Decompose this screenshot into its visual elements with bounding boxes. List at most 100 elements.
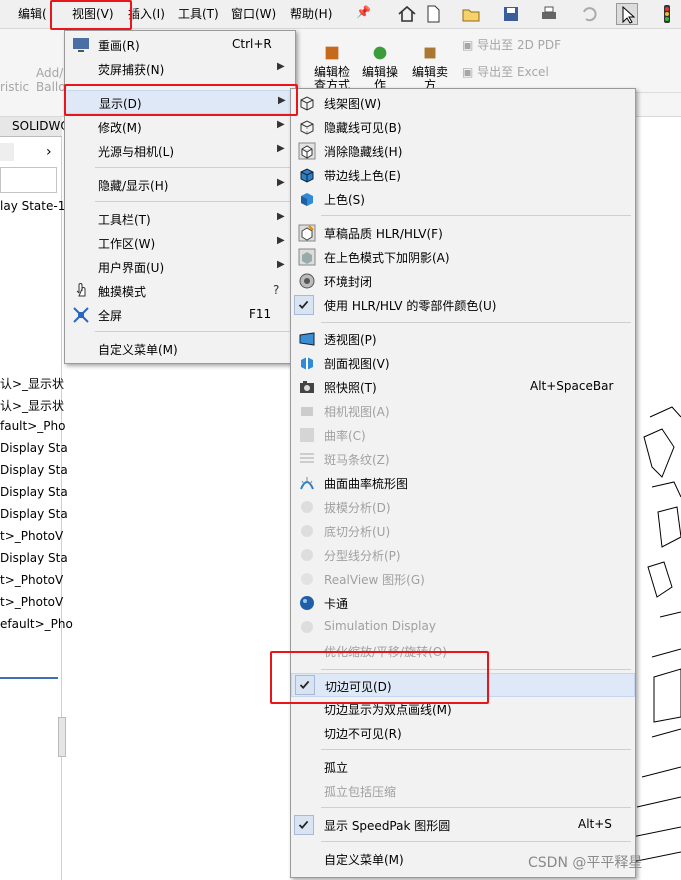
menu-item-wireframe[interactable]: 线架图(W) [291, 91, 635, 115]
edit-seller-button[interactable]: 编辑卖方 [408, 43, 452, 92]
menu-item-realview[interactable]: RealView 图形(G) [291, 567, 635, 591]
open-folder-icon[interactable] [460, 3, 482, 25]
menu-item-simulation-display[interactable]: Simulation Display [291, 615, 635, 639]
home-icon[interactable] [396, 3, 418, 25]
export-excel-icon: ▣ [462, 65, 474, 79]
select-cursor-icon[interactable] [616, 3, 638, 25]
zebra-icon [297, 449, 317, 469]
menu-item-tangent-edges-hidden[interactable]: 切边不可见(R) [291, 721, 635, 745]
menu-item-customize[interactable]: 自定义菜单(M) [65, 337, 295, 361]
menu-item-label: RealView 图形(G) [324, 573, 425, 587]
traffic-light-icon[interactable] [656, 3, 678, 25]
tab-solidworks[interactable]: SOLIDWO [0, 117, 70, 137]
menu-item-ambient-occlusion[interactable]: 环境封闭 [291, 269, 635, 293]
parting-line-icon [297, 545, 317, 565]
tree-item[interactable]: Display Sta [0, 441, 68, 455]
menu-item-workspace[interactable]: 工作区(W) ▶ [65, 231, 295, 255]
menu-item-label: 曲率(C) [324, 429, 366, 443]
menu-item-isolate-suppressed[interactable]: 孤立包括压缩 [291, 779, 635, 803]
menu-tools[interactable]: 工具(T) [178, 5, 219, 22]
chevron-right-icon[interactable]: › [46, 144, 52, 160]
menu-item-shaded-with-edges[interactable]: 带边线上色(E) [291, 163, 635, 187]
menu-item-perspective[interactable]: 透视图(P) [291, 327, 635, 351]
menu-edit[interactable]: 编辑( [18, 5, 47, 22]
tree-item[interactable]: Display Sta [0, 485, 68, 499]
tree-item[interactable]: lay State-1 [0, 199, 65, 213]
menu-item-label: 触摸模式 [98, 285, 147, 299]
tree-filter-icon[interactable] [0, 143, 14, 161]
menu-item-label: 用户界面(U) [98, 261, 165, 275]
menu-item-curvature-comb[interactable]: 曲面曲率梳形图 [291, 471, 635, 495]
menu-item-shadows[interactable]: 在上色模式下加阴影(A) [291, 245, 635, 269]
menu-item-zebra-stripes[interactable]: 斑马条纹(Z) [291, 447, 635, 471]
menu-item-label: 修改(M) [98, 121, 142, 135]
pin-icon[interactable]: 📌 [356, 5, 371, 19]
export-2d-pdf-button[interactable]: ▣ 导出至 2D PDF [462, 39, 561, 52]
menu-item-screen-capture[interactable]: 荧屏捕获(N) ▶ [65, 57, 295, 81]
menu-separator [95, 167, 291, 168]
menu-window[interactable]: 窗口(W) [231, 5, 276, 22]
submenu-arrow-icon: ▶ [277, 177, 285, 188]
menu-item-label: Simulation Display [324, 619, 436, 633]
menu-item-hidden-lines-visible[interactable]: 隐藏线可见(B) [291, 115, 635, 139]
ribbon-label: ristic [0, 80, 30, 94]
menu-item-curvature[interactable]: 曲率(C) [291, 423, 635, 447]
menu-item-user-interface[interactable]: 用户界面(U) ▶ [65, 255, 295, 279]
menu-item-draft-quality[interactable]: 草稿品质 HLR/HLV(F) [291, 221, 635, 245]
menu-item-draft-analysis[interactable]: 拔模分析(D) [291, 495, 635, 519]
menu-item-parting-line-analysis[interactable]: 分型线分析(P) [291, 543, 635, 567]
tree-item[interactable]: fault>_Pho [0, 419, 65, 433]
export-excel-button[interactable]: ▣ 导出至 Excel [462, 66, 549, 79]
menu-insert[interactable]: 插入(I) [128, 5, 165, 22]
tree-item[interactable]: Display Sta [0, 551, 68, 565]
menu-item-modify[interactable]: 修改(M) ▶ [65, 115, 295, 139]
new-document-icon[interactable] [422, 3, 444, 25]
menu-help[interactable]: 帮助(H) [290, 5, 332, 22]
tree-item[interactable]: Display Sta [0, 463, 68, 477]
menu-item-lights-cameras[interactable]: 光源与相机(L) ▶ [65, 139, 295, 163]
menu-item-label: 斑马条纹(Z) [324, 453, 390, 467]
print-icon[interactable] [538, 3, 560, 25]
menu-item-toolbars[interactable]: 工具栏(T) ▶ [65, 207, 295, 231]
simulation-icon [297, 617, 317, 637]
section-view-icon [297, 353, 317, 373]
tree-item[interactable]: Display Sta [0, 507, 68, 521]
menu-separator [321, 841, 631, 842]
menu-item-section-view[interactable]: 剖面视图(V) [291, 351, 635, 375]
menu-item-speedpak[interactable]: 显示 SpeedPak 图形圆 Alt+S [291, 813, 635, 837]
tree-search-input[interactable] [0, 167, 57, 193]
menu-accel: Alt+S [578, 817, 612, 831]
menu-separator [321, 807, 631, 808]
menu-item-isolate[interactable]: 孤立 [291, 755, 635, 779]
menu-item-label: 光源与相机(L) [98, 145, 175, 159]
menu-item-fullscreen[interactable]: 全屏 F11 [65, 303, 295, 327]
perspective-icon [297, 329, 317, 349]
save-icon[interactable] [500, 3, 522, 25]
menu-item-label: 隐藏线可见(B) [324, 121, 402, 135]
menu-item-undercut-analysis[interactable]: 底切分析(U) [291, 519, 635, 543]
highlight-box-view-menu [50, 0, 132, 30]
menu-item-redraw[interactable]: 重画(R) Ctrl+R [65, 33, 295, 57]
menu-item-touch-mode[interactable]: 触摸模式 ? [65, 279, 295, 303]
tree-item[interactable]: t>_PhotoV [0, 529, 63, 543]
menu-item-hlr-part-colors[interactable]: 使用 HLR/HLV 的零部件颜色(U) [291, 293, 635, 317]
tree-item[interactable]: 认>_显示状 [0, 375, 64, 392]
menu-item-cartoon[interactable]: 卡通 [291, 591, 635, 615]
draft-quality-icon [297, 223, 317, 243]
tree-item[interactable]: t>_PhotoV [0, 595, 63, 609]
menu-item-hidden-lines-removed[interactable]: 消除隐藏线(H) [291, 139, 635, 163]
menu-item-camera-view[interactable]: 相机视图(A) [291, 399, 635, 423]
menu-item-hide-show[interactable]: 隐藏/显示(H) ▶ [65, 173, 295, 197]
menu-item-label: 环境封闭 [324, 275, 373, 289]
menu-item-shaded[interactable]: 上色(S) [291, 187, 635, 211]
tree-item[interactable]: 认>_显示状 [0, 397, 64, 414]
menu-item-snapshot[interactable]: 照快照(T) Alt+SpaceBar [291, 375, 635, 399]
edit-operation-icon [373, 46, 387, 60]
tree-item[interactable]: t>_PhotoV [0, 573, 63, 587]
edit-check-button[interactable]: 编辑检查方式 [310, 43, 354, 92]
help-icon: ? [273, 283, 280, 297]
menu-item-label: 剖面视图(V) [324, 357, 390, 371]
curvature-comb-icon [297, 473, 317, 493]
undo-icon[interactable] [578, 3, 600, 25]
edit-operation-button[interactable]: 编辑操作 [358, 43, 402, 92]
